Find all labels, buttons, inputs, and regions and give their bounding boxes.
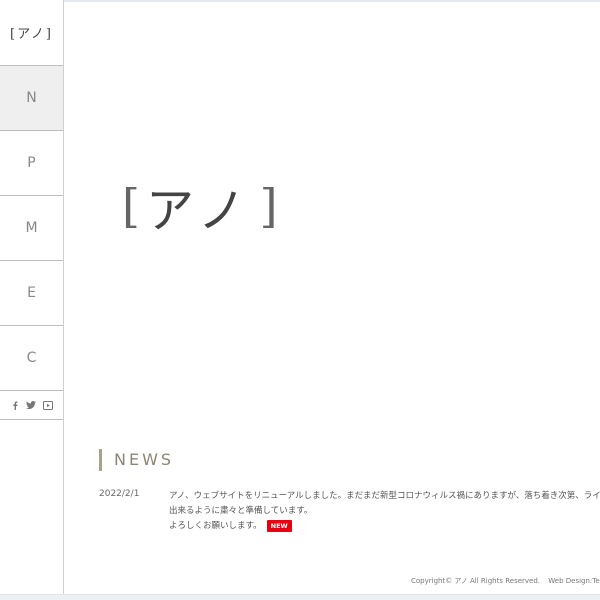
nav-item-e[interactable]: E [0,261,63,326]
nav-item-m[interactable]: M [0,196,63,261]
news-heading: NEWS [99,449,174,471]
news-text-line-3: よろしくお願いします。 NEW [169,519,600,534]
twitter-icon[interactable] [25,401,36,409]
design-credit[interactable]: Web Design:Templa [548,577,600,585]
hero-logo: [ アノ ] [122,176,278,239]
nav-item-c[interactable]: C [0,326,63,391]
footer: Copyright© アノ All Rights Reserved. Web D… [411,576,600,586]
news-text-line-3-text: よろしくお願いします。 [169,521,262,531]
site-logo[interactable]: [アノ] [0,0,63,66]
nav-item-n[interactable]: N [0,66,63,131]
top-border [0,0,600,2]
youtube-icon[interactable] [42,400,53,410]
news-text-line-2: 出来るように粛々と準備しています。 [169,506,313,516]
bottom-border [0,594,600,600]
news-date: 2022/2/1 [99,489,140,499]
sidebar: [アノ] N P M E C [0,0,64,600]
new-badge: NEW [266,519,292,532]
social-links [0,391,63,420]
facebook-icon[interactable] [11,401,19,410]
hero-open-bracket: [ [122,179,140,233]
hero-close-bracket: ] [259,179,278,233]
copyright-text: Copyright© アノ All Rights Reserved. [411,577,541,585]
news-item: アノ、ウェブサイトをリニューアルしました。まだまだ新型コロナウィルス禍にあります… [169,489,600,534]
nav-item-p[interactable]: P [0,131,63,196]
hero-name: アノ [145,183,254,239]
news-text-line-1: アノ、ウェブサイトをリニューアルしました。まだまだ新型コロナウィルス禍にあります… [169,491,600,501]
